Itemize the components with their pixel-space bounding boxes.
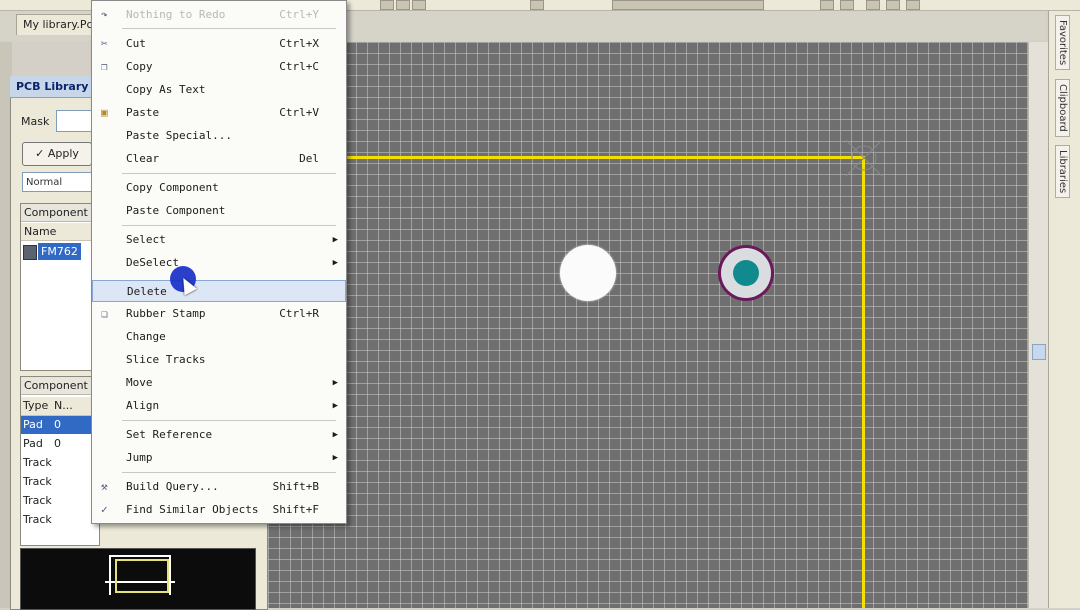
menu-separator xyxy=(122,225,336,226)
toolbar-icon[interactable] xyxy=(906,0,920,10)
menu-item-change[interactable]: Change xyxy=(92,326,346,348)
submenu-arrow-icon: ▶ xyxy=(332,430,338,440)
menu-item-redo: ↷ Nothing to Redo Ctrl+Y xyxy=(101,8,319,21)
column-type[interactable]: Type xyxy=(23,397,48,415)
primitive-row[interactable]: Pad 0 xyxy=(21,416,97,434)
menu-item-slice-tracks[interactable]: Slice Tracks xyxy=(92,349,346,371)
redo-icon: ↷ xyxy=(101,8,108,21)
menu-item-copy-component[interactable]: Copy Component xyxy=(92,177,346,199)
primitives-header: Component xyxy=(21,377,97,395)
menu-item-move[interactable]: Move ▶ xyxy=(92,372,346,394)
submenu-arrow-icon: ▶ xyxy=(332,401,338,411)
primitives-column-headers: Type N... xyxy=(21,397,97,416)
stamp-icon: ❏ xyxy=(101,307,108,320)
toolbar-icon[interactable] xyxy=(840,0,854,10)
scissors-icon: ✂ xyxy=(101,37,108,50)
menu-item-deselect[interactable]: DeSelect ▶ xyxy=(92,252,346,274)
toolbar-icon[interactable] xyxy=(866,0,880,10)
primitive-row[interactable]: Pad 0 xyxy=(21,435,97,453)
primitive-type: Pad xyxy=(23,418,43,431)
toolbar-icon[interactable] xyxy=(886,0,900,10)
menu-separator xyxy=(122,420,336,421)
primitive-type: Track xyxy=(23,456,52,469)
components-header: Component xyxy=(21,204,97,222)
menu-separator xyxy=(122,173,336,174)
primitive-row[interactable]: Track xyxy=(21,492,97,510)
component-preview xyxy=(20,548,256,610)
toolbar-dropdown[interactable] xyxy=(612,0,764,10)
apply-button[interactable]: ✓ Apply xyxy=(22,142,92,166)
menu-item-select[interactable]: Select ▶ xyxy=(92,229,346,251)
mask-label: Mask xyxy=(21,115,50,128)
find-icon: ✓ xyxy=(101,503,108,516)
menu-item-align[interactable]: Align ▶ xyxy=(92,395,346,417)
dock-tab-clipboard[interactable]: Clipboard xyxy=(1055,79,1070,137)
component-name: FM762 xyxy=(38,243,81,260)
pad-unselected[interactable] xyxy=(560,245,616,301)
vertical-scrollbar[interactable] xyxy=(1028,42,1049,608)
primitive-type: Track xyxy=(23,475,52,488)
primitive-row[interactable]: Track xyxy=(21,454,97,472)
primitive-name: 0 xyxy=(54,437,61,450)
context-menu: ↷ Nothing to Redo Ctrl+Y ✂ Cut Ctrl+X ❐ … xyxy=(91,0,347,524)
preview-outline xyxy=(109,555,111,595)
primitive-type: Track xyxy=(23,494,52,507)
submenu-arrow-icon: ▶ xyxy=(332,378,338,388)
apply-icon: ✓ xyxy=(35,147,48,160)
components-column-name[interactable]: Name xyxy=(21,223,97,241)
menu-separator xyxy=(122,472,336,473)
component-row[interactable]: FM762 xyxy=(22,243,96,260)
pcb-canvas[interactable] xyxy=(268,42,1028,608)
apply-label: Apply xyxy=(47,147,79,160)
paste-icon: ▣ xyxy=(101,106,108,119)
preview-outline xyxy=(169,555,171,595)
board-outline-top xyxy=(345,156,865,159)
menu-item-set-reference[interactable]: Set Reference ▶ xyxy=(92,424,346,446)
toolbar-icon[interactable] xyxy=(530,0,544,10)
menu-item-rubber-stamp[interactable]: ❏ Rubber Stamp Ctrl+R xyxy=(92,303,346,325)
menu-item-cut[interactable]: ✂ Cut Ctrl+X xyxy=(92,33,346,55)
menu-item-copy-as-text[interactable]: Copy As Text xyxy=(92,79,346,101)
menu-item-find-similar[interactable]: ✓ Find Similar Objects Shift+F xyxy=(92,499,346,521)
menu-separator xyxy=(122,28,336,29)
column-name[interactable]: N... xyxy=(54,397,73,415)
submenu-arrow-icon: ▶ xyxy=(332,258,338,268)
menu-item-build-query[interactable]: ⚒ Build Query... Shift+B xyxy=(92,476,346,498)
submenu-arrow-icon: ▶ xyxy=(332,453,338,463)
menu-item-paste[interactable]: ▣ Paste Ctrl+V xyxy=(92,102,346,124)
menu-item-delete[interactable]: Delete xyxy=(92,280,346,302)
primitive-row[interactable]: Track xyxy=(21,473,97,491)
primitive-name: 0 xyxy=(54,418,61,431)
query-icon: ⚒ xyxy=(101,480,108,493)
toolbar-icon[interactable] xyxy=(412,0,426,10)
submenu-arrow-icon: ▶ xyxy=(332,235,338,245)
component-icon xyxy=(23,245,37,260)
menu-item-jump[interactable]: Jump ▶ xyxy=(92,447,346,469)
primitive-row[interactable]: Track xyxy=(21,511,97,529)
origin-marker-icon xyxy=(845,139,883,177)
menu-item-clear[interactable]: Clear Del xyxy=(92,148,346,170)
primitive-type: Track xyxy=(23,513,52,526)
toolbar-icon[interactable] xyxy=(820,0,834,10)
menu-item-paste-special[interactable]: Paste Special... xyxy=(92,125,346,147)
board-outline-right xyxy=(862,156,865,608)
primitive-type: Pad xyxy=(23,437,43,450)
dock-tab-libraries[interactable]: Libraries xyxy=(1055,145,1070,199)
toolbar-icon[interactable] xyxy=(380,0,394,10)
right-dock: Favorites Clipboard Libraries xyxy=(1048,11,1080,608)
menu-item-paste-component[interactable]: Paste Component xyxy=(92,200,346,222)
copy-icon: ❐ xyxy=(101,60,108,73)
menu-item-copy[interactable]: ❐ Copy Ctrl+C xyxy=(92,56,346,78)
pad-hole xyxy=(733,260,759,286)
preview-outline xyxy=(109,555,171,557)
scrollbar-grip[interactable] xyxy=(1032,344,1046,360)
preview-body xyxy=(115,559,169,593)
toolbar-icon[interactable] xyxy=(396,0,410,10)
dock-tab-favorites[interactable]: Favorites xyxy=(1055,15,1070,71)
filter-mode-select[interactable]: Normal xyxy=(22,172,92,192)
